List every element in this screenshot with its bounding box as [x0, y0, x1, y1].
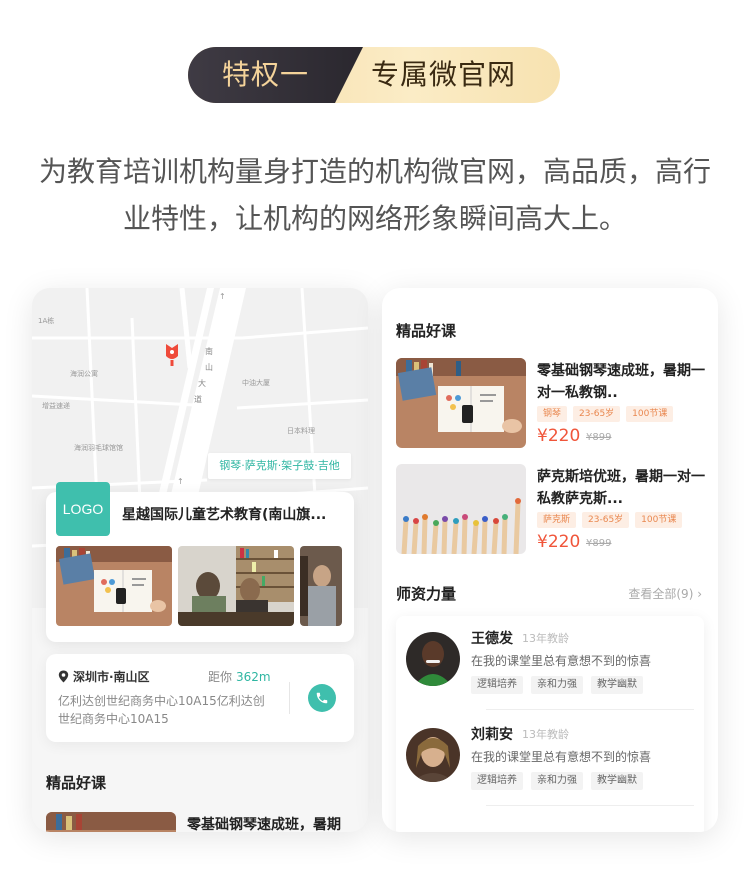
institution-logo: LOGO [56, 482, 110, 536]
institution-name: 星越国际儿童艺术教育(南山旗... [122, 507, 327, 523]
course-item[interactable]: 零基础钢琴速成班，暑期一对一私教钢.. 钢琴 23-65岁 100节课 ¥220… [396, 358, 708, 450]
address-detail: 亿利达创世纪商务中心10A15亿利达创世纪商务中心10A15 [58, 694, 265, 726]
gallery-photo-classroom[interactable] [178, 546, 294, 626]
course-thumbnail [396, 358, 526, 448]
location-icon [58, 670, 69, 683]
view-all-teachers-link[interactable]: 查看全部(9) › [628, 585, 702, 602]
teacher-name: 刘莉安 [471, 727, 513, 743]
course-title: 零基础钢琴速成班，暑期 [187, 817, 341, 832]
course-tag: 23-65岁 [573, 406, 621, 422]
course-price: ¥220 [537, 426, 581, 446]
course-tags: 萨克斯 23-65岁 100节课 [537, 512, 683, 528]
teacher-experience: 13年教龄 [522, 632, 569, 645]
map-label: 中油大厦 [242, 378, 270, 387]
course-thumbnail [396, 464, 526, 554]
intro-line-1: 为教育培训机构量身打造的机构微官网，高品质，高行 [38, 155, 711, 188]
road-char: 大 [198, 378, 206, 388]
map-label: 日本料理 [287, 426, 315, 435]
course-original-price: ¥899 [586, 432, 612, 443]
course-tag: 100节课 [635, 512, 683, 528]
course-tags: 钢琴 23-65岁 100节课 [537, 406, 674, 422]
phone-icon [316, 692, 328, 704]
intro-line-2: 业特性，让机构的网络形象瞬间高大上。 [122, 202, 627, 235]
featured-courses-title: 精品好课 [396, 322, 457, 340]
teacher-tag: 教学幽默 [591, 772, 643, 790]
teacher-tag: 逻辑培养 [471, 676, 523, 694]
privilege-badge: 特权一 专属微官网 [188, 47, 560, 103]
svg-text:↑: ↑ [219, 292, 226, 301]
course-tag: 萨克斯 [537, 512, 577, 528]
teacher-tag: 教学幽默 [591, 676, 643, 694]
gallery-photo-piano-book[interactable] [56, 546, 172, 626]
course-title: 萨克斯培优班，暑期一对一私教萨克斯... [537, 469, 705, 507]
map-label: 海润公寓 [70, 369, 98, 378]
institution-card[interactable]: LOGO 星越国际儿童艺术教育(南山旗... [46, 482, 354, 642]
featured-courses-title: 精品好课 [46, 774, 107, 792]
map-label: 海润羽毛球馆馆 [74, 443, 123, 452]
teacher-tags: 逻辑培养 亲和力强 教学幽默 [471, 676, 643, 694]
teacher-avatar [406, 728, 460, 782]
teacher-tag: 亲和力强 [531, 676, 583, 694]
microsite-preview-right: 精品好课 零基础钢琴速成班，暑期一对一私教钢.. 钢琴 23-65岁 100节课… [382, 288, 718, 832]
faculty-title: 师资力量 [396, 585, 457, 603]
course-price: ¥220 [537, 532, 581, 552]
microsite-preview-left: 1A栋 海润公寓 增益速递 海润羽毛球馆馆 中油大厦 日本料理 宾馆 南 山 大… [32, 288, 368, 832]
divider [289, 682, 290, 714]
gallery-photo-music[interactable] [300, 546, 342, 626]
teacher-item[interactable]: 刘莉安 13年教龄 在我的课堂里总有意想不到的惊喜 逻辑培养 亲和力强 教学幽默 [406, 712, 694, 806]
course-item[interactable]: 零基础钢琴速成班，暑期 [46, 812, 358, 832]
teacher-motto: 在我的课堂里总有意想不到的惊喜 [471, 654, 652, 668]
course-tag: 23-65岁 [582, 512, 630, 528]
teacher-name: 王德发 [471, 631, 513, 647]
divider [486, 709, 694, 710]
road-char: 南 [205, 346, 213, 356]
course-tag: 钢琴 [537, 406, 568, 422]
distance-value: 362m [236, 670, 271, 684]
svg-text:↑: ↑ [177, 477, 184, 486]
teacher-experience: 13年教龄 [522, 728, 569, 741]
teacher-tag: 亲和力强 [531, 772, 583, 790]
road-char: 道 [194, 394, 202, 404]
divider [486, 805, 694, 806]
teacher-item[interactable]: 王德发 13年教龄 在我的课堂里总有意想不到的惊喜 逻辑培养 亲和力强 教学幽默 [406, 616, 694, 710]
address-city: 深圳市·南山区 [73, 670, 150, 684]
teacher-tags: 逻辑培养 亲和力强 教学幽默 [471, 772, 643, 790]
course-category-tag: 钢琴·萨克斯·架子鼓·吉他 [208, 453, 351, 479]
road-char: 山 [205, 362, 213, 372]
teacher-avatar [406, 632, 460, 686]
badge-title: 专属微官网 [371, 58, 517, 91]
course-tag: 100节课 [626, 406, 674, 422]
call-button[interactable] [308, 684, 336, 712]
address-card[interactable]: 深圳市·南山区 距你 362m 亿利达创世纪商务中心10A15亿利达创世纪商务中心… [46, 654, 354, 742]
course-thumbnail [46, 812, 176, 832]
course-original-price: ¥899 [586, 538, 612, 549]
course-title: 零基础钢琴速成班，暑期一对一私教钢.. [537, 363, 705, 401]
distance-label: 距你 [208, 670, 233, 684]
course-item[interactable]: 萨克斯培优班，暑期一对一私教萨克斯... 萨克斯 23-65岁 100节课 ¥2… [396, 464, 708, 556]
badge-number: 特权一 [222, 58, 310, 91]
map-label: 增益速递 [42, 401, 70, 410]
teacher-list: 王德发 13年教龄 在我的课堂里总有意想不到的惊喜 逻辑培养 亲和力强 教学幽默… [396, 616, 704, 832]
teacher-motto: 在我的课堂里总有意想不到的惊喜 [471, 750, 652, 764]
teacher-tag: 逻辑培养 [471, 772, 523, 790]
map-label: 1A栋 [38, 316, 54, 325]
